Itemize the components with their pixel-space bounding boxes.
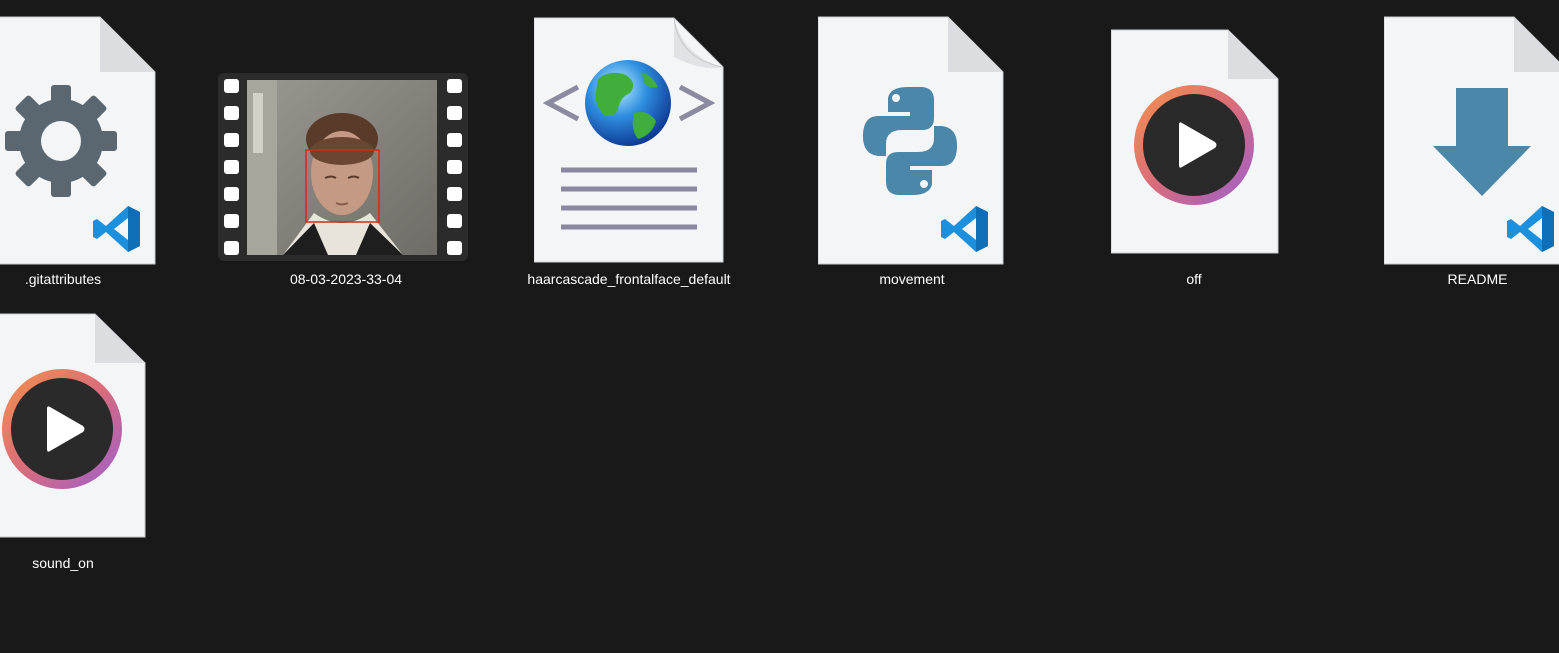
file-item-sound-on[interactable]: sound_on (0, 305, 160, 595)
vscode-icon (92, 204, 142, 254)
file-item-movement[interactable]: movement (800, 0, 1020, 300)
file-item-video[interactable]: 08-03-2023-33-04 (200, 0, 490, 300)
video-thumbnail-icon (218, 73, 468, 261)
file-item-haarcascade[interactable]: haarcascade_frontalface_default (510, 0, 750, 300)
file-name-label: haarcascade_frontalface_default (527, 271, 731, 287)
xml-globe-document-icon (534, 17, 724, 263)
file-item-gitattributes[interactable]: .gitattributes (0, 0, 160, 300)
file-name-label: 08-03-2023-33-04 (289, 271, 403, 287)
file-name-label: .gitattributes (24, 271, 102, 287)
file-item-readme[interactable]: README (1370, 0, 1559, 300)
file-name-label: off (1186, 271, 1202, 287)
media-player-document-icon (0, 313, 146, 538)
file-explorer-view: .gitattributes 08-03-2023-33-04 haarcasc… (0, 0, 1559, 653)
media-player-document-icon (1111, 29, 1279, 254)
file-name-label: movement (879, 271, 945, 287)
vscode-icon (940, 204, 990, 254)
file-name-label: sound_on (32, 555, 94, 571)
file-name-label: README (1447, 271, 1508, 287)
file-item-off[interactable]: off (1090, 0, 1300, 300)
vscode-icon (1506, 204, 1556, 254)
